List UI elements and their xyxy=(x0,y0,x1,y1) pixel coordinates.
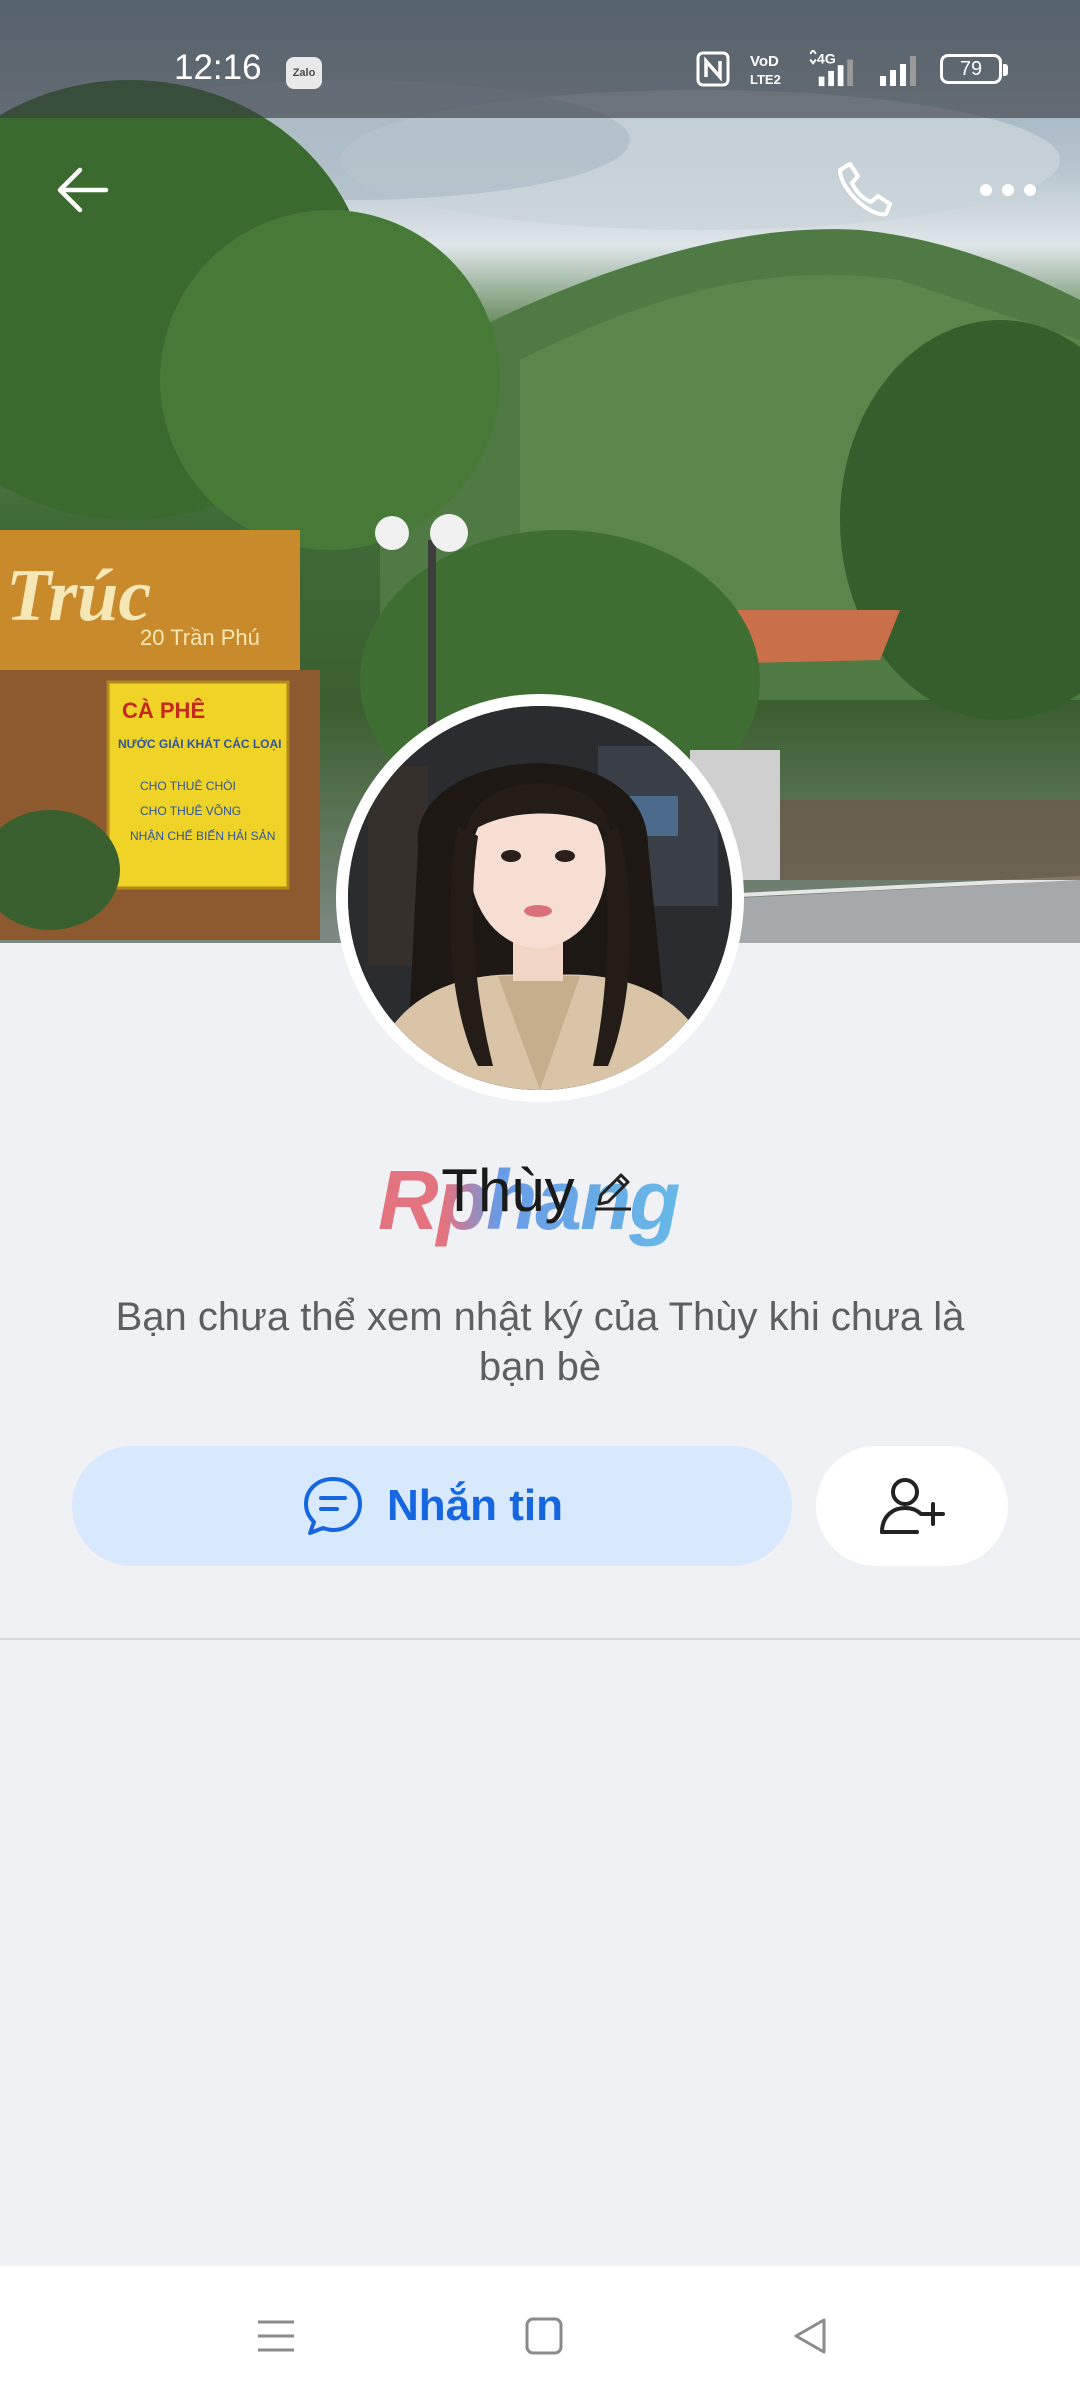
name-row: Thùy xyxy=(0,1150,1080,1230)
nfc-icon xyxy=(696,51,730,87)
status-time: 12:16 xyxy=(174,48,262,87)
chat-bubble-icon xyxy=(304,1477,362,1535)
back-triangle-icon xyxy=(794,2318,826,2354)
call-button[interactable] xyxy=(824,150,904,230)
signal-icon: 4G xyxy=(809,50,853,87)
home-button[interactable] xyxy=(504,2296,584,2376)
board-line-3: CHO THUÊ CHÒI xyxy=(140,778,236,793)
arrow-left-icon xyxy=(57,167,109,213)
menu-icon xyxy=(258,2320,294,2352)
signal-icon xyxy=(880,56,916,86)
recent-apps-button[interactable] xyxy=(236,2296,316,2376)
home-square-icon xyxy=(525,2317,563,2355)
add-friend-button[interactable] xyxy=(816,1446,1008,1566)
avatar-portrait xyxy=(348,706,732,1090)
edit-nickname-button[interactable] xyxy=(587,1164,639,1216)
back-button[interactable] xyxy=(42,150,122,230)
message-button-label: Nhắn tin xyxy=(387,1481,563,1530)
svg-text:4G: 4G xyxy=(817,51,836,67)
zalo-icon: Zalo xyxy=(286,57,322,89)
battery-level: 79 xyxy=(959,57,983,80)
status-icons: VoD LTE2 4G 79 xyxy=(696,50,1008,88)
divider xyxy=(0,1638,1080,1640)
svg-text:LTE2: LTE2 xyxy=(750,72,781,87)
navigation-bar xyxy=(0,2266,1080,2400)
more-button[interactable] xyxy=(968,150,1048,230)
avatar-image xyxy=(348,706,732,1090)
phone-icon xyxy=(838,162,892,217)
avatar[interactable] xyxy=(336,694,744,1102)
more-dots-icon xyxy=(980,184,1036,196)
battery-icon: 79 xyxy=(940,54,1008,84)
profile-name: Thùy xyxy=(441,1156,575,1224)
pencil-icon xyxy=(594,1173,631,1211)
cafe-sign-address: 20 Trần Phú xyxy=(140,625,260,650)
board-line-2: NƯỚC GIẢI KHÁT CÁC LOẠI xyxy=(118,736,282,751)
diary-restriction-text: Bạn chưa thể xem nhật ký của Thùy khi ch… xyxy=(115,1295,965,1389)
svg-text:VoD: VoD xyxy=(750,53,779,70)
volte-icon: VoD LTE2 xyxy=(750,53,781,87)
board-line-1: CÀ PHÊ xyxy=(122,698,205,723)
message-button[interactable]: Nhắn tin xyxy=(72,1446,792,1566)
board-line-5: NHẬN CHẾ BIẾN HẢI SẢN xyxy=(130,828,275,843)
board-line-4: CHO THUÊ VÕNG xyxy=(140,803,241,818)
add-user-icon xyxy=(880,1478,945,1534)
cafe-sign-text: Trúc xyxy=(6,555,151,637)
status-bar: 12:16 Zalo VoD LTE2 4G 79 xyxy=(0,0,1080,118)
system-back-button[interactable] xyxy=(770,2296,850,2376)
